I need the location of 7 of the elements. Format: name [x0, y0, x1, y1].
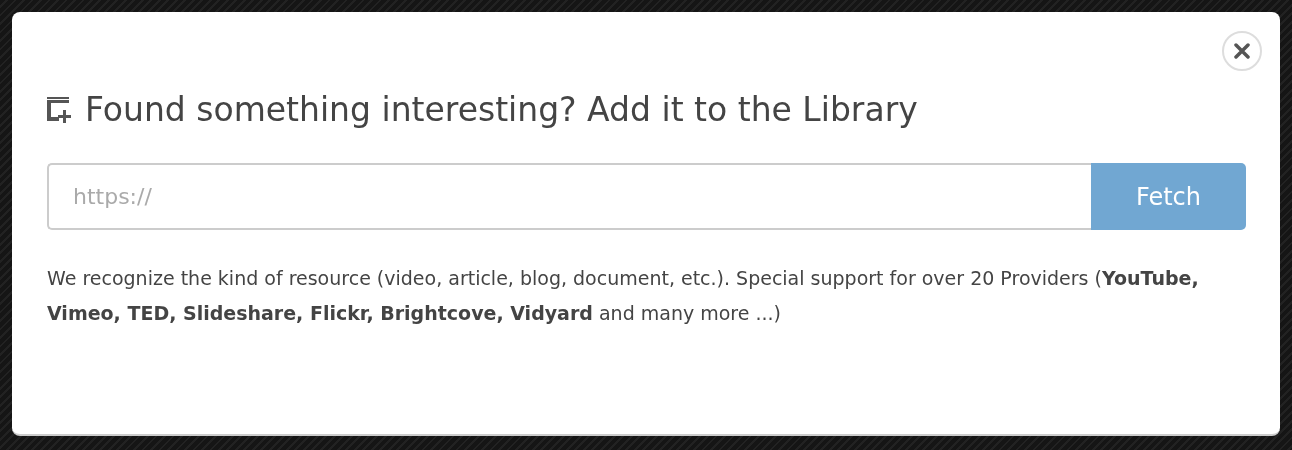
fetch-button[interactable]: Fetch [1091, 163, 1246, 230]
url-field[interactable]: https:// [47, 163, 1091, 230]
close-button[interactable] [1222, 31, 1262, 71]
add-to-library-icon [47, 95, 73, 124]
description-text: We recognize the kind of resource (video, article, blog, document, etc.). Special support for over 20 Providers (YouTube, Vimeo, TED, Slideshare, Flickr, Brightcove, Vidyard and many more ...) [47, 266, 1200, 326]
dialog-title: Found something interesting? Add it to the Library [85, 90, 918, 129]
close-icon [1234, 43, 1250, 59]
